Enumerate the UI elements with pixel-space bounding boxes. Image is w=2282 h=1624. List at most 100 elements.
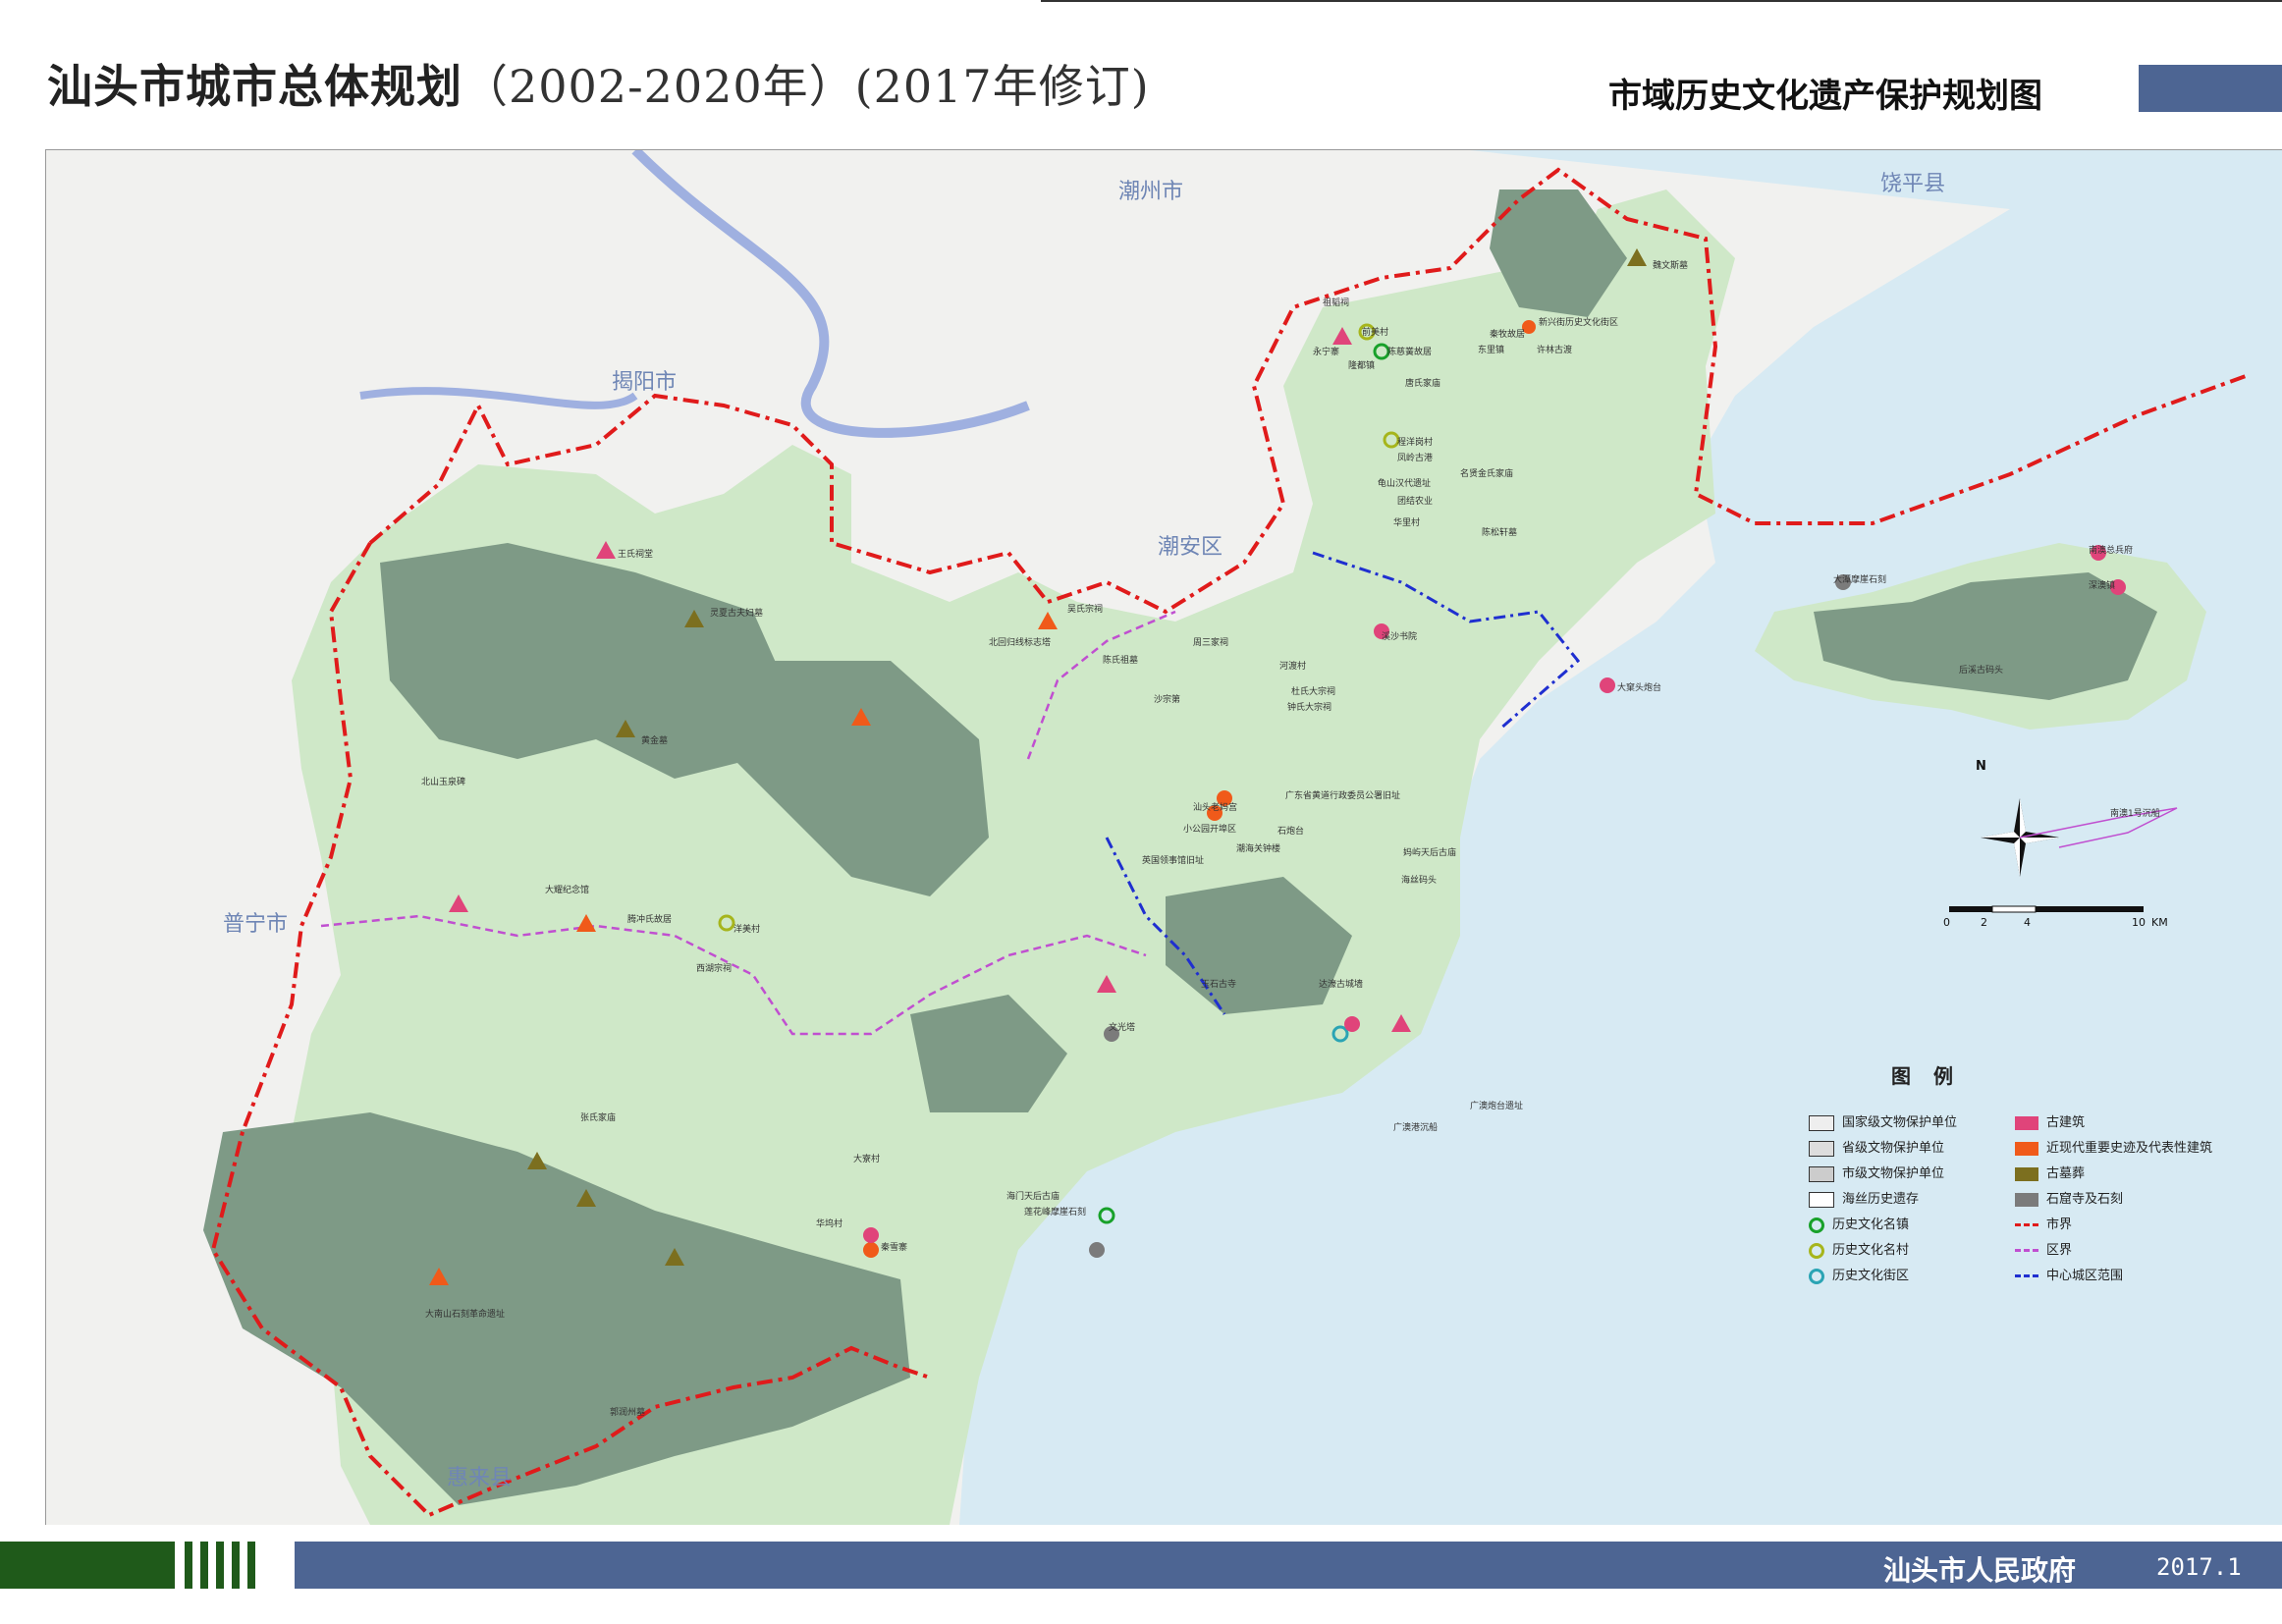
- site-label: 永宁寨: [1313, 348, 1340, 357]
- scale-bar: [1949, 905, 2144, 913]
- label-huilai: 惠来县: [447, 1466, 513, 1490]
- legend-item: 国家级文物保护单位: [1809, 1113, 1957, 1133]
- footer-organization: 汕头市人民政府: [1883, 1554, 2077, 1587]
- page-title: 汕头市城市总体规划（2002-2020年）(2017年修订): [47, 51, 1150, 116]
- site-label: 广澳炮台遗址: [1470, 1102, 1524, 1111]
- site-label: 英国领事馆旧址: [1142, 856, 1205, 866]
- site-label: 海门天后古庙: [1006, 1192, 1060, 1202]
- map-title: 市域历史文化遗产保护规划图: [1608, 77, 2042, 116]
- map-panel: 潮州市 饶平县 揭阳市 潮安区 普宁市 惠来县 魏文斯墓 祖韬祠 新兴街历史文化…: [45, 149, 2282, 1525]
- header-accent-block: [2139, 65, 2282, 112]
- footer-green-block: [0, 1542, 175, 1589]
- site-label: 妈屿天后古庙: [1403, 848, 1457, 858]
- site-label: 南澳1号沉船: [2110, 809, 2160, 819]
- footer-stripe: [200, 1542, 208, 1589]
- footer-date: 2017.1: [2156, 1553, 2242, 1581]
- site-label: 深澳镇: [2089, 581, 2116, 591]
- site-label: 郭润州墓: [610, 1408, 646, 1418]
- site-label: 大耀纪念馆: [545, 886, 590, 895]
- site-label: 溪沙书院: [1382, 632, 1418, 642]
- site-label: 小公园开埠区: [1183, 825, 1237, 835]
- site-label: 秦牧故居: [1490, 330, 1526, 340]
- site-label: 大南山石刻革命遗址: [425, 1310, 506, 1320]
- marker-modern-8: [863, 1242, 879, 1258]
- legend-item: 古建筑: [2015, 1113, 2085, 1133]
- marker-building-6: [863, 1227, 879, 1243]
- site-label: 腾冲氏故居: [627, 915, 673, 925]
- site-label: 达濠古城墙: [1319, 980, 1364, 990]
- site-label: 东里镇: [1478, 346, 1505, 355]
- site-label: 广澳港沉船: [1393, 1123, 1439, 1133]
- site-label: 后溪古码头: [1959, 666, 2004, 676]
- legend-item: 历史文化名村: [1809, 1241, 1909, 1261]
- title-sub: （2002-2020年）(2017年修订): [462, 60, 1150, 113]
- footer-stripe: [232, 1542, 240, 1589]
- footer-stripe: [247, 1542, 255, 1589]
- legend-item: 市界: [2015, 1216, 2072, 1235]
- footer-stripe: [216, 1542, 224, 1589]
- site-label: 华坞村: [816, 1219, 843, 1229]
- site-label: 灵夏古夫妇墓: [710, 609, 764, 619]
- site-label: 隆都镇: [1348, 361, 1376, 371]
- site-label: 张氏家庙: [580, 1113, 617, 1123]
- site-label: 莲花峰摩崖石刻: [1024, 1208, 1087, 1218]
- site-label: 南澳总兵府: [2089, 546, 2134, 556]
- site-label: 华里村: [1393, 518, 1421, 528]
- site-label: 河渡村: [1279, 662, 1307, 672]
- legend-item: 古墓葬: [2015, 1164, 2085, 1184]
- site-label: 祖韬祠: [1323, 298, 1350, 308]
- legend-item: 中心城区范围: [2015, 1267, 2123, 1286]
- site-label: 西湖宗祠: [696, 964, 733, 974]
- site-label: 石炮台: [1277, 827, 1305, 837]
- site-label: 大窠头炮台: [1617, 683, 1662, 693]
- legend-item: 海丝历史遗存: [1809, 1190, 1919, 1210]
- label-puning: 普宁市: [223, 912, 289, 937]
- site-label: 陈慈黉故居: [1387, 348, 1433, 357]
- site-label: 程洋岗村: [1397, 438, 1434, 448]
- label-chaozhou: 潮州市: [1118, 180, 1184, 204]
- site-label: 海丝码头: [1401, 876, 1438, 886]
- site-label: 周三家祠: [1193, 638, 1229, 648]
- legend-title: 图 例: [1891, 1064, 1961, 1088]
- legend-item: 市级文物保护单位: [1809, 1164, 1944, 1184]
- site-label: 文光塔: [1109, 1023, 1136, 1033]
- site-label: 钟氏大宗祠: [1287, 703, 1332, 713]
- site-label: 秦雪寨: [881, 1243, 908, 1253]
- site-label: 玉石古寺: [1201, 980, 1237, 990]
- legend-item: 区界: [2015, 1241, 2072, 1261]
- site-label: 龟山汉代遗址: [1378, 479, 1432, 489]
- site-label: 王氏祠堂: [618, 550, 654, 560]
- site-label: 洋美村: [734, 925, 761, 935]
- label-raoping: 饶平县: [1880, 172, 1946, 196]
- site-label: 北山玉泉碑: [421, 778, 466, 787]
- site-label: 沙宗第: [1154, 695, 1181, 705]
- site-label: 唐氏家庙: [1405, 379, 1441, 389]
- site-label: 黄金墓: [641, 736, 669, 746]
- site-label: 吴氏宗祠: [1067, 605, 1104, 615]
- legend-item: 历史文化街区: [1809, 1267, 1909, 1286]
- legend-item: 历史文化名镇: [1809, 1216, 1909, 1235]
- site-label: 前美村: [1362, 328, 1389, 338]
- site-label: 魏文斯墓: [1653, 261, 1689, 271]
- marker-building-10: [1344, 1016, 1360, 1032]
- marker-building-4: [1600, 677, 1615, 693]
- site-label: 团结农业: [1397, 497, 1434, 507]
- map-canvas: [46, 150, 2282, 1525]
- scale-tick: 10: [2132, 916, 2146, 929]
- site-label: 潮海关钟楼: [1236, 844, 1281, 854]
- site-label: 名贤金氏家庙: [1460, 469, 1514, 479]
- site-label: 广东省黄道行政委员公署旧址: [1285, 791, 1401, 801]
- marker-rock-carving: [1089, 1242, 1105, 1258]
- scale-unit: KM: [2151, 916, 2168, 929]
- title-main: 汕头市城市总体规划: [47, 60, 462, 113]
- header-rule: [1041, 0, 2282, 2]
- site-label: 陈氏祖墓: [1103, 656, 1139, 666]
- site-label: 新兴街历史文化街区: [1539, 318, 1619, 328]
- label-chaoan: 潮安区: [1158, 535, 1223, 560]
- site-label: 汕头老妈宫: [1193, 803, 1238, 813]
- footer-stripe: [185, 1542, 192, 1589]
- scale-tick: 0: [1943, 916, 1950, 929]
- legend-item: 省级文物保护单位: [1809, 1139, 1944, 1159]
- site-label: 凤岭古港: [1397, 454, 1434, 463]
- legend-item: 近现代重要史迹及代表性建筑: [2015, 1139, 2212, 1159]
